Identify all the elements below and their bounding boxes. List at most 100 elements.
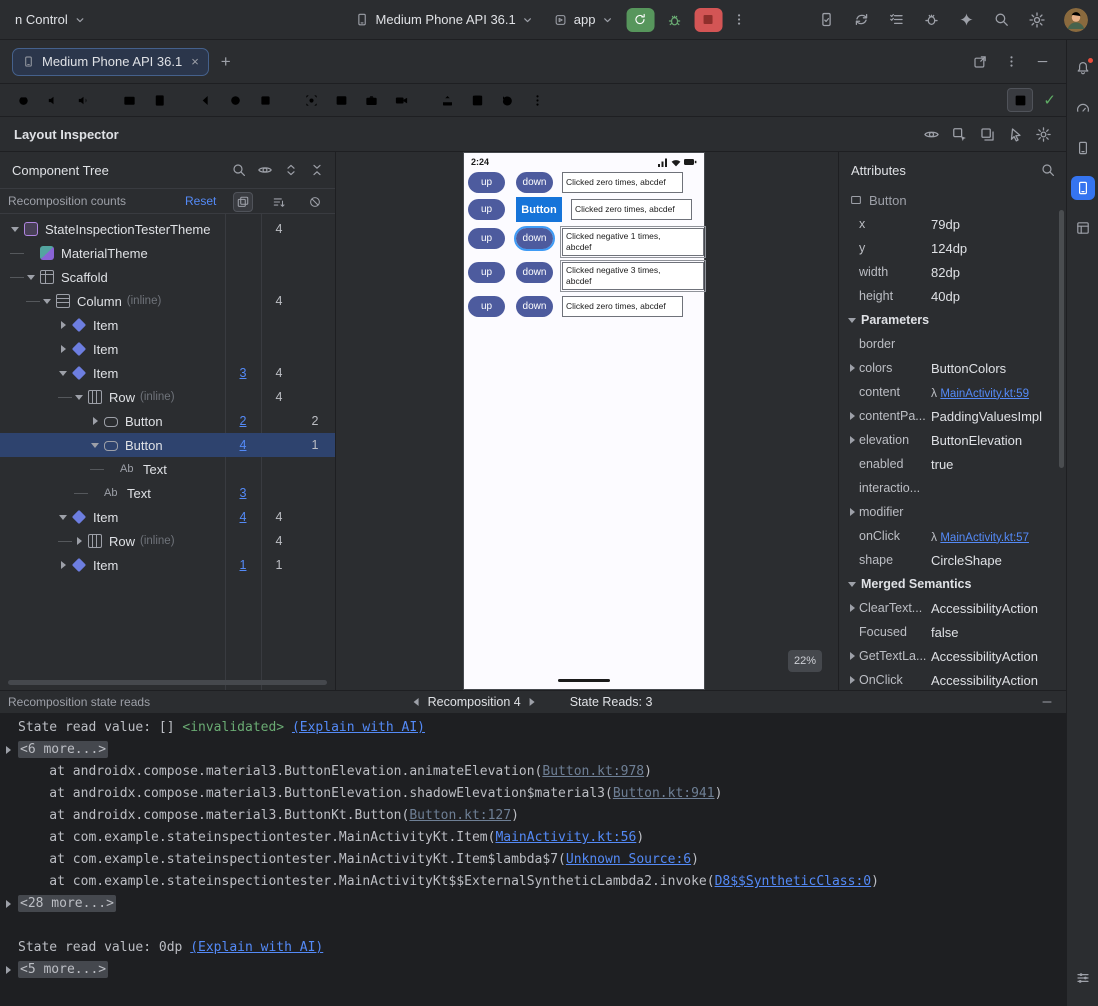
hide-counts-icon[interactable] (305, 192, 325, 212)
chevron-down-icon[interactable] (56, 515, 70, 520)
home-button-icon[interactable] (222, 88, 248, 112)
fold-chevron-icon[interactable] (6, 746, 11, 754)
pick-component-icon[interactable] (951, 126, 968, 143)
rotate-left-icon[interactable] (116, 88, 142, 112)
device-down-button[interactable]: down (516, 262, 553, 283)
expand-all-icon[interactable] (283, 162, 299, 178)
recomposition-count-link[interactable]: 4 (240, 510, 247, 524)
screen-record-icon[interactable] (388, 88, 414, 112)
device-down-button[interactable]: down (516, 172, 553, 193)
stop-button[interactable] (694, 7, 723, 32)
tree-node-materialtheme-1[interactable]: MaterialTheme (0, 241, 335, 265)
tree-node-stateinspectiontestertheme-0[interactable]: StateInspectionTesterTheme 4 (0, 217, 335, 241)
tree-node-scaffold-2[interactable]: Scaffold (0, 265, 335, 289)
device-screen[interactable]: 2:24 up down Clicked zero times, abcdef up B… (463, 152, 706, 690)
open-in-new-window-icon[interactable] (972, 54, 988, 70)
sort-by-counts-icon[interactable] (269, 192, 289, 212)
chevron-right-icon[interactable] (88, 417, 102, 425)
collapse-all-icon[interactable] (309, 162, 325, 178)
notifications-bell-icon[interactable] (1071, 56, 1095, 80)
console-fold-expander[interactable]: <5 more...> (18, 961, 109, 978)
reset-counts-link[interactable]: Reset (185, 194, 216, 208)
app-insights-icon[interactable] (923, 11, 940, 28)
device-up-button[interactable]: up (468, 199, 505, 220)
power-button-icon[interactable] (10, 88, 36, 112)
inspector-settings-gear-icon[interactable] (1035, 126, 1052, 143)
chevron-down-icon[interactable] (88, 443, 102, 448)
chevron-right-icon[interactable] (845, 364, 859, 372)
chevron-down-icon[interactable] (845, 318, 859, 323)
fold-chevron-icon[interactable] (6, 966, 11, 974)
console-fold-expander[interactable]: <28 more...> (18, 895, 116, 912)
chevron-right-icon[interactable] (56, 345, 70, 353)
screenshot-settings-icon[interactable] (328, 88, 354, 112)
run-button[interactable] (626, 7, 655, 32)
recomposition-count-link[interactable]: 3 (240, 366, 247, 380)
chevron-down-icon[interactable] (845, 582, 859, 587)
device-explorer-icon[interactable] (1071, 136, 1095, 160)
tab-medium-phone[interactable]: Medium Phone API 36.1 × (12, 47, 209, 76)
console-source-link[interactable]: Unknown Source:6 (566, 852, 691, 867)
select-mode-cursor-icon[interactable] (1007, 126, 1024, 143)
profiler-icon[interactable] (1071, 96, 1095, 120)
hide-panel-icon[interactable] (1035, 54, 1050, 69)
minimize-console-icon[interactable] (1040, 695, 1054, 709)
device-streaming-icon[interactable] (818, 11, 835, 28)
chevron-down-icon[interactable] (24, 275, 38, 280)
prev-recomposition-icon[interactable] (413, 698, 419, 706)
layout-inspector-icon[interactable] (1071, 216, 1095, 240)
search-icon[interactable] (993, 11, 1010, 28)
chevron-right-icon[interactable] (72, 537, 86, 545)
settings-gear-icon[interactable] (1028, 11, 1046, 29)
back-button-icon[interactable] (192, 88, 218, 112)
device-render-pane[interactable]: 2:24 up down Clicked zero times, abcdef up B… (336, 152, 838, 690)
close-tab-icon[interactable]: × (191, 54, 199, 69)
attributes-search-icon[interactable] (1040, 162, 1056, 178)
chevron-right-icon[interactable] (845, 676, 859, 684)
volume-down-icon[interactable] (40, 88, 66, 112)
gemini-icon[interactable] (958, 11, 975, 28)
console-source-link[interactable]: (Explain with AI) (292, 720, 425, 735)
running-devices-icon[interactable] (1070, 176, 1095, 200)
more-device-actions-icon[interactable] (524, 88, 550, 112)
restore-snapshot-icon[interactable] (494, 88, 520, 112)
chevron-right-icon[interactable] (845, 412, 859, 420)
console-source-link[interactable]: D8$$SyntheticClass:0 (715, 874, 872, 889)
recomposition-count-link[interactable]: 2 (240, 414, 247, 428)
tree-node-row-13[interactable]: Row (inline) 4 (0, 529, 335, 553)
tree-node-button-9[interactable]: Button 4 1 (0, 433, 335, 457)
device-up-button[interactable]: up (468, 172, 505, 193)
gradle-sync-icon[interactable] (853, 11, 870, 28)
tree-node-row-7[interactable]: Row (inline) 4 (0, 385, 335, 409)
attributes-scrollbar[interactable] (1059, 210, 1064, 468)
chevron-right-icon[interactable] (845, 652, 859, 660)
attribute-source-link[interactable]: MainActivity.kt:57 (940, 532, 1029, 544)
device-down-button[interactable]: down (516, 296, 553, 317)
overview-button-icon[interactable] (252, 88, 278, 112)
device-selector[interactable]: Medium Phone API 36.1 (348, 8, 541, 31)
vcs-widget[interactable]: n Control (8, 8, 93, 31)
camera-icon[interactable] (358, 88, 384, 112)
recomposition-count-link[interactable]: 1 (240, 558, 247, 572)
recomposition-count-link[interactable]: 4 (240, 438, 247, 452)
chevron-right-icon[interactable] (845, 436, 859, 444)
tree-visibility-eye-icon[interactable] (257, 162, 273, 178)
chevron-right-icon[interactable] (56, 561, 70, 569)
console-source-link[interactable]: (Explain with AI) (190, 940, 323, 955)
upload-icon[interactable] (434, 88, 460, 112)
more-run-actions-icon[interactable] (728, 8, 750, 32)
console-fold-expander[interactable]: <6 more...> (18, 741, 109, 758)
tree-horizontal-scrollbar[interactable] (8, 680, 327, 685)
chevron-right-icon[interactable] (845, 604, 859, 612)
task-list-icon[interactable] (888, 11, 905, 28)
tree-node-item-12[interactable]: Item 4 4 (0, 505, 335, 529)
attribute-source-link[interactable]: MainActivity.kt:59 (940, 388, 1029, 400)
chevron-right-icon[interactable] (845, 508, 859, 516)
run-config-selector[interactable]: app (547, 8, 621, 31)
device-up-button[interactable]: up (468, 296, 505, 317)
user-avatar[interactable] (1064, 7, 1088, 32)
chevron-down-icon[interactable] (8, 227, 22, 232)
highlight-counts-icon[interactable] (233, 192, 253, 212)
tree-node-column-3[interactable]: Column (inline) 4 (0, 289, 335, 313)
rotate-right-icon[interactable] (146, 88, 172, 112)
